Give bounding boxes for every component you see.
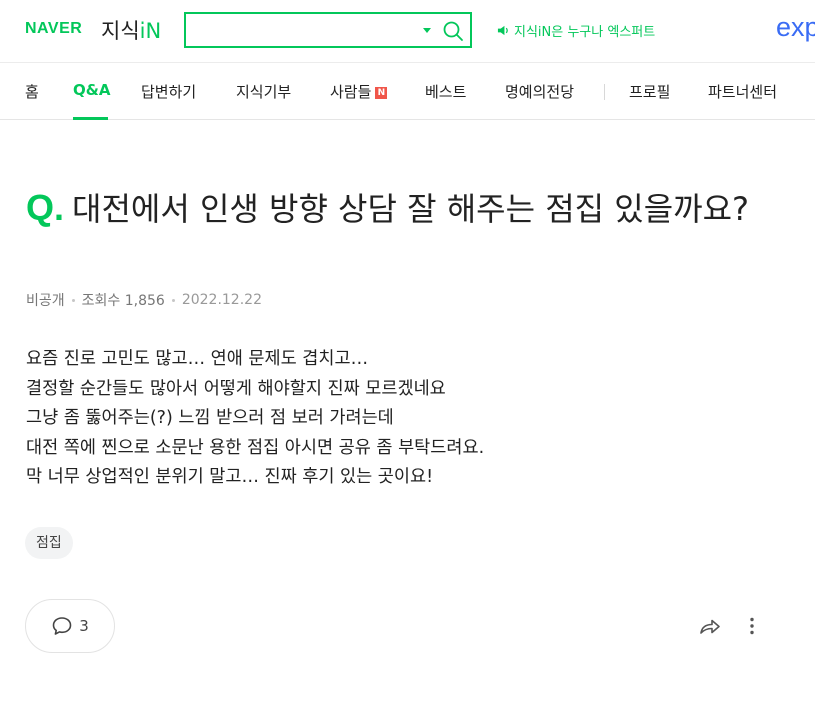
body-line: 막 너무 상업적인 분위기 말고… 진짜 후기 있는 곳이요! bbox=[26, 467, 434, 487]
jisikin-logo-text: 지식 bbox=[101, 19, 140, 43]
speaker-icon bbox=[497, 25, 508, 36]
nav-item-hall-of-fame[interactable]: 명예의전당 bbox=[505, 81, 574, 102]
question-mark-label: Q. bbox=[26, 187, 65, 228]
nav-item-people-label: 사람들 bbox=[330, 83, 372, 101]
jisikin-logo-in: iN bbox=[139, 19, 162, 43]
promo-text: 지식iN은 누구나 엑스퍼트 bbox=[514, 25, 656, 40]
nav-item-qna[interactable]: Q&A bbox=[73, 81, 110, 99]
body-line: 요즘 진로 고민도 많고… 연애 문제도 겹치고… bbox=[26, 349, 369, 369]
body-line: 결정할 순간들도 많아서 어떻게 해야할지 진짜 모르겠네요 bbox=[26, 378, 446, 399]
question-meta: 비공개 조회수 1,856 2022.12.22 bbox=[26, 290, 262, 310]
active-tab-indicator bbox=[73, 117, 108, 120]
meta-separator bbox=[171, 298, 175, 302]
speech-bubble-icon bbox=[52, 617, 72, 635]
nav-divider bbox=[604, 84, 605, 100]
nav-item-people[interactable]: 사람들 N bbox=[330, 81, 388, 102]
search-icon[interactable] bbox=[442, 20, 464, 42]
body-line: 대전 쪽에 찐으로 소문난 용한 점집 아시면 공유 좀 부탁드려요. bbox=[26, 437, 485, 458]
question-body: 요즘 진로 고민도 많고… 연애 문제도 겹치고… 결정할 순간들도 많아서 어… bbox=[26, 345, 484, 493]
nav-item-answer[interactable]: 답변하기 bbox=[141, 81, 196, 102]
vertical-dots-icon[interactable] bbox=[742, 614, 762, 638]
search-box bbox=[184, 12, 472, 48]
search-input[interactable] bbox=[192, 18, 412, 42]
main-nav: 홈 Q&A 답변하기 지식기부 사람들 N 베스트 명예의전당 프로필 파트너센터 bbox=[0, 62, 815, 120]
expert-brand-logo[interactable]: exp bbox=[776, 12, 815, 43]
share-arrow-icon[interactable] bbox=[698, 614, 722, 638]
nav-item-best[interactable]: 베스트 bbox=[425, 81, 466, 102]
new-badge: N bbox=[375, 87, 388, 99]
meta-separator bbox=[71, 298, 75, 302]
chevron-down-icon[interactable] bbox=[423, 28, 431, 33]
jisikin-logo[interactable]: 지식iN bbox=[101, 15, 161, 45]
tag-chip[interactable]: 점집 bbox=[25, 527, 73, 559]
nav-item-donation[interactable]: 지식기부 bbox=[236, 81, 291, 102]
post-date: 2022.12.22 bbox=[181, 292, 262, 308]
comment-count: 3 bbox=[79, 617, 89, 635]
body-line: 그냥 좀 뚫어주는(?) 느낌 받으러 점 보러 가려는데 bbox=[26, 408, 394, 428]
comment-button[interactable]: 3 bbox=[25, 599, 115, 653]
header: NAVER 지식iN 지식iN은 누구나 엑스퍼트 exp bbox=[0, 0, 815, 62]
nav-item-profile[interactable]: 프로필 bbox=[629, 81, 670, 102]
nav-item-home[interactable]: 홈 bbox=[25, 81, 39, 102]
author-name: 비공개 bbox=[26, 293, 65, 309]
question-title: Q. 대전에서 인생 방향 상담 잘 해주는 점집 있을까요? bbox=[26, 185, 766, 232]
question-title-text: 대전에서 인생 방향 상담 잘 해주는 점집 있을까요? bbox=[72, 190, 750, 228]
view-count: 조회수 1,856 bbox=[81, 293, 165, 309]
naver-logo[interactable]: NAVER bbox=[25, 20, 82, 38]
nav-item-partner-center[interactable]: 파트너센터 bbox=[708, 81, 777, 102]
expert-promo-link[interactable]: 지식iN은 누구나 엑스퍼트 bbox=[497, 21, 655, 40]
